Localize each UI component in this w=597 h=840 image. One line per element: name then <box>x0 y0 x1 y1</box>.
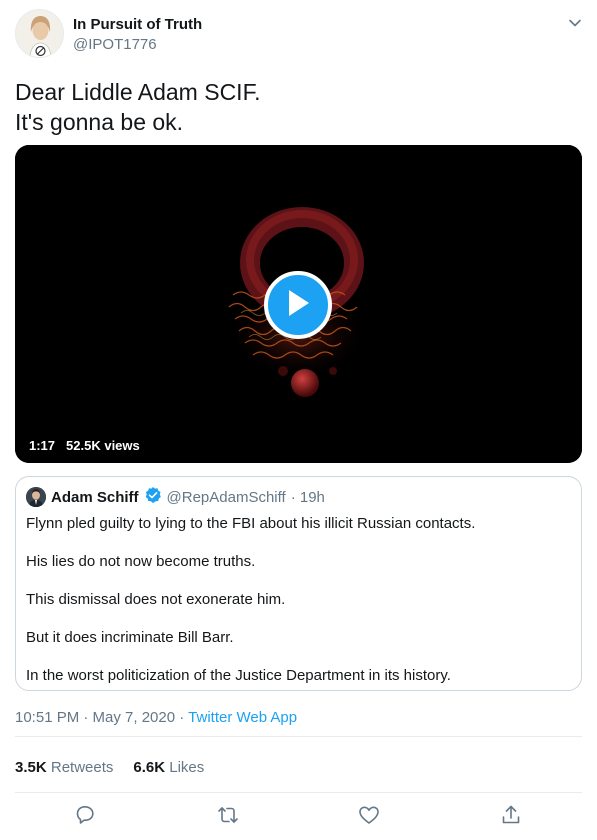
quoted-tweet-body: Flynn pled guilty to lying to the FBI ab… <box>26 514 566 704</box>
author-avatar[interactable] <box>15 9 64 58</box>
play-icon <box>285 288 311 323</box>
tweet-stats: 3.5K Retweets 6.6K Likes <box>15 759 204 776</box>
tweet-timestamp[interactable]: 10:51 PM · May 7, 2020 · <box>15 709 188 726</box>
heart-icon[interactable] <box>357 803 381 827</box>
tweet-action-bar <box>0 803 597 833</box>
tweet-source-link[interactable]: Twitter Web App <box>188 709 297 726</box>
quoted-tweet-time: · 19h <box>290 488 325 506</box>
tweet-text-line: It's gonna be ok. <box>15 109 184 135</box>
quoted-paragraph: Flynn pled guilty to lying to the FBI ab… <box>26 515 476 532</box>
quoted-author-handle: @RepAdamSchiff <box>166 488 286 506</box>
quoted-author-avatar <box>26 487 46 507</box>
quoted-paragraph: But it does incriminate Bill Barr. <box>26 629 234 646</box>
retweets-stat[interactable]: 3.5K Retweets <box>15 759 113 776</box>
divider <box>15 792 582 793</box>
retweets-count: 3.5K <box>15 759 47 776</box>
play-button[interactable] <box>264 271 332 339</box>
tweet-text: Dear Liddle Adam SCIF. It's gonna be ok. <box>15 77 575 137</box>
chevron-down-icon[interactable] <box>567 15 583 31</box>
quoted-paragraph: This dismissal does not exonerate him. <box>26 591 286 608</box>
video-meta: 1:17 52.5K views <box>29 438 140 453</box>
tweet-meta: 10:51 PM · May 7, 2020 · Twitter Web App <box>15 709 297 726</box>
retweet-icon[interactable] <box>216 803 240 827</box>
quoted-paragraph: His lies do not now become truths. <box>26 553 256 570</box>
quoted-tweet-header: Adam Schiff @RepAdamSchiff · 19h <box>26 487 325 507</box>
likes-stat[interactable]: 6.6K Likes <box>133 759 204 776</box>
likes-count: 6.6K <box>133 759 166 776</box>
tweet-text-line: Dear Liddle Adam SCIF. <box>15 79 261 105</box>
tweet-header: In Pursuit of Truth @IPOT1776 <box>15 9 585 61</box>
quoted-paragraph: In the worst politicization of the Justi… <box>26 667 451 684</box>
author-name[interactable]: In Pursuit of Truth <box>73 16 202 33</box>
author-handle[interactable]: @IPOT1776 <box>73 36 157 53</box>
divider <box>15 736 582 737</box>
quoted-author-name: Adam Schiff <box>51 488 139 506</box>
video-duration: 1:17 <box>29 438 56 453</box>
likes-label: Likes <box>169 759 205 776</box>
retweets-label: Retweets <box>50 759 114 776</box>
reply-icon[interactable] <box>73 803 97 827</box>
share-icon[interactable] <box>499 803 523 827</box>
video-player[interactable]: 1:17 52.5K views <box>15 145 582 463</box>
quoted-tweet[interactable]: Adam Schiff @RepAdamSchiff · 19h Flynn p… <box>15 476 582 691</box>
video-views: 52.5K views <box>66 438 140 453</box>
verified-badge-icon <box>144 486 162 508</box>
